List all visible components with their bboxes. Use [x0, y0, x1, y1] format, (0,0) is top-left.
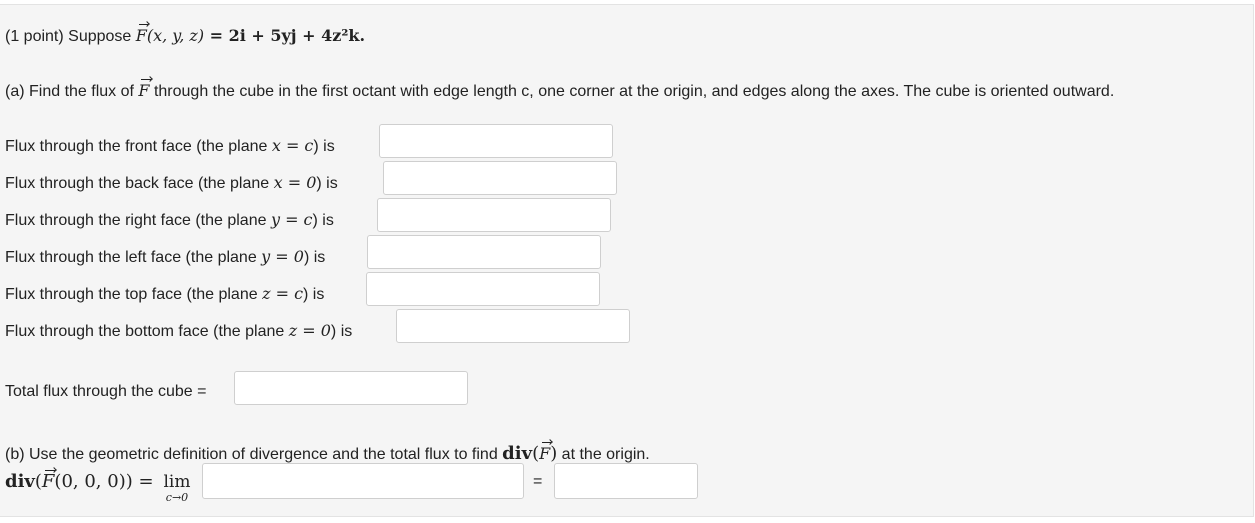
right-face-flux-input[interactable] [377, 198, 611, 232]
limit-word: lim [163, 472, 191, 492]
face-label-text: Flux through the back face (the plane [5, 175, 274, 192]
face-label-suffix: ) is [316, 175, 338, 192]
plane-equation: y = c [270, 210, 313, 229]
part-a-intro: (a) Find the flux of F through the cube … [5, 79, 1115, 102]
total-flux-label: Total flux through the cube = [5, 383, 207, 400]
plane-equation: x = 0 [273, 173, 317, 192]
part-b-prefix: (b) Use the geometric definition of dive… [5, 446, 503, 463]
face-label-suffix: ) is [303, 249, 326, 266]
back-face-flux-input[interactable] [383, 161, 617, 195]
face-label-suffix: ) is [303, 286, 325, 303]
part-a-vector-symbol: F [138, 79, 151, 100]
face-label-text: Flux through the top face (the plane [5, 286, 263, 303]
limit-expression-input[interactable] [202, 463, 524, 499]
field-vector-symbol: F [135, 24, 148, 45]
front-face-flux-input[interactable] [379, 124, 613, 158]
back-face-label: Flux through the back face (the plane x … [5, 173, 338, 194]
problem-statement: (1 point) Suppose F(x, y, z) = 2i + 5yj … [5, 24, 366, 47]
front-face-label: Flux through the front face (the plane x… [5, 136, 335, 157]
plane-equation: z = 0 [288, 321, 331, 340]
left-face-flux-input[interactable] [367, 235, 601, 269]
field-expression: = 2i + 5yj + 4z²k. [204, 26, 366, 45]
part-b-intro: (b) Use the geometric definition of dive… [5, 442, 650, 465]
problem-prefix: (1 point) Suppose [5, 28, 136, 45]
limit-subscript: c→0 [165, 491, 189, 504]
lhs-arguments: (0, 0, 0)) = [54, 471, 154, 492]
face-label-text: Flux through the bottom face (the plane [5, 323, 289, 340]
field-arguments: (x, y, z) [146, 26, 205, 45]
plane-equation: z = c [262, 284, 304, 303]
face-label-text: Flux through the front face (the plane [5, 138, 272, 155]
bottom-face-flux-input[interactable] [396, 309, 630, 343]
divergence-expression: div(F(0, 0, 0)) = [5, 470, 154, 492]
face-label-suffix: ) is [312, 212, 334, 229]
limit-operator: lim c→0 [160, 472, 194, 504]
bottom-face-label: Flux through the bottom face (the plane … [5, 321, 352, 342]
part-a-suffix: through the cube in the first octant wit… [149, 83, 1115, 100]
right-face-label: Flux through the right face (the plane y… [5, 210, 334, 231]
lhs-div-operator: div [5, 471, 35, 492]
div-operator: div [502, 443, 533, 464]
face-label-suffix: ) is [313, 138, 335, 155]
face-label-text: Flux through the right face (the plane [5, 212, 271, 229]
problem-panel: (1 point) Suppose F(x, y, z) = 2i + 5yj … [0, 4, 1254, 517]
plane-equation: x = c [271, 136, 314, 155]
lhs-vector-symbol: F [41, 470, 55, 492]
lhs-open-paren: ( [34, 471, 42, 492]
left-face-label: Flux through the left face (the plane y … [5, 247, 325, 268]
plane-equation: y = 0 [261, 247, 304, 266]
face-label-text: Flux through the left face (the plane [5, 249, 262, 266]
top-face-flux-input[interactable] [366, 272, 600, 306]
face-label-suffix: ) is [330, 323, 353, 340]
part-b-suffix: at the origin. [557, 446, 650, 463]
equals-sign: = [533, 473, 543, 490]
divergence-result-input[interactable] [554, 463, 698, 499]
total-flux-input[interactable] [234, 371, 468, 405]
top-face-label: Flux through the top face (the plane z =… [5, 284, 324, 305]
part-a-prefix: (a) Find the flux of [5, 83, 139, 100]
part-b-vector-symbol: F [539, 442, 552, 463]
